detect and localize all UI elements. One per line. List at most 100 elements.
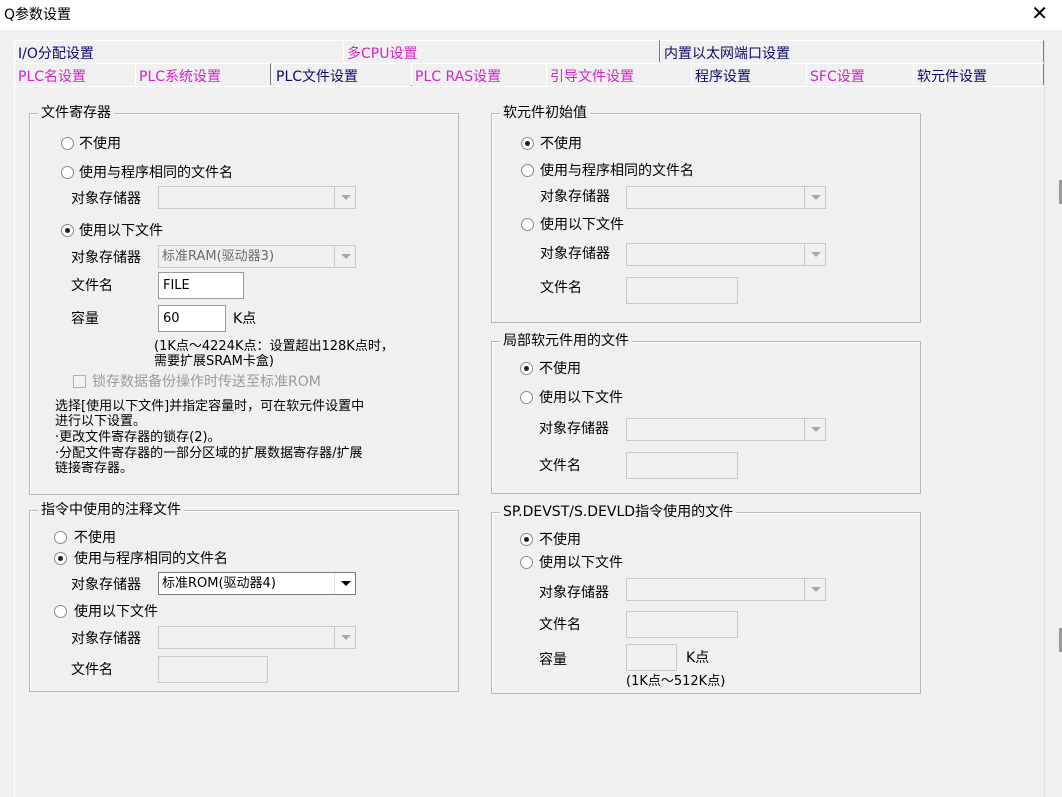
device-init-following-radio[interactable] xyxy=(521,218,534,231)
window-title: Q参数设置 xyxy=(4,7,72,23)
target-memory-label: 对象存储器 xyxy=(71,191,141,207)
tab-strip: I/O分配设置 多CPU设置 内置以太网端口设置 PLC名设置 PLC系统设置 … xyxy=(0,30,1062,87)
local-device-group: 局部软元件用的文件 不使用 使用以下文件 对象存储器 文件名 xyxy=(491,332,921,494)
radio-label: 不使用 xyxy=(74,530,116,546)
local-device-following-radio[interactable] xyxy=(520,391,533,404)
tab-io-assignment[interactable]: I/O分配设置 xyxy=(14,40,344,62)
group-title: 文件寄存器 xyxy=(38,104,114,122)
checkbox-label: 锁存数据备份操作时传送至标准ROM xyxy=(92,374,321,390)
comment-file-following-memory-select[interactable] xyxy=(158,626,356,649)
local-device-memory-select[interactable] xyxy=(626,418,826,441)
sp-devst-memory-select[interactable] xyxy=(626,578,826,601)
tab-program[interactable]: 程序设置 xyxy=(691,63,807,85)
description-line: 进行以下设置。 xyxy=(55,414,147,429)
target-memory-label: 对象存储器 xyxy=(71,577,141,593)
local-device-none-radio[interactable] xyxy=(520,362,533,375)
radio-label: 使用与程序相同的文件名 xyxy=(74,551,228,567)
chevron-down-icon xyxy=(334,246,355,267)
chevron-down-icon xyxy=(804,244,825,265)
tab-device[interactable]: 软元件设置 xyxy=(913,63,1044,85)
device-init-same-name-radio[interactable] xyxy=(521,164,534,177)
description-line: ·分配文件寄存器的一部分区域的扩展数据寄存器/扩展 xyxy=(55,446,363,461)
title-bar: Q参数设置 ✕ xyxy=(0,0,1062,30)
capacity-label: 容量 xyxy=(539,652,567,668)
device-init-none-radio[interactable] xyxy=(521,137,534,150)
chevron-down-icon xyxy=(804,187,825,208)
radio-label: 不使用 xyxy=(539,532,581,548)
group-title: 局部软元件用的文件 xyxy=(500,332,632,350)
radio-label: 使用与程序相同的文件名 xyxy=(79,165,233,181)
target-memory-label: 对象存储器 xyxy=(539,585,609,601)
sp-devst-following-radio[interactable] xyxy=(520,556,533,569)
comment-file-memory-select[interactable]: 标准ROM(驱动器4) xyxy=(158,572,356,595)
file-register-same-memory-select[interactable] xyxy=(158,186,356,209)
select-value: 标准RAM(驱动器3) xyxy=(162,249,275,264)
file-name-label: 文件名 xyxy=(539,458,581,474)
tab-plc-ras[interactable]: PLC RAS设置 xyxy=(411,63,547,85)
radio-label: 不使用 xyxy=(540,136,582,152)
file-register-capacity-input[interactable]: 60 xyxy=(158,305,226,332)
tab-plc-system[interactable]: PLC系统设置 xyxy=(135,63,271,85)
chevron-down-icon xyxy=(804,419,825,440)
vertical-scrollbar[interactable] xyxy=(1044,40,1062,797)
radio-label: 使用以下文件 xyxy=(540,217,624,233)
radio-label: 使用以下文件 xyxy=(539,555,623,571)
sp-devst-group: SP.DEVST/S.DEVLD指令使用的文件 不使用 使用以下文件 对象存储器… xyxy=(491,503,921,694)
file-register-memory-select[interactable]: 标准RAM(驱动器3) xyxy=(158,245,356,268)
plc-file-settings-panel: 文件寄存器 不使用 使用与程序相同的文件名 对象存储器 使用以下文件 对象存储器… xyxy=(14,86,1044,797)
group-title: 软元件初始值 xyxy=(500,104,590,122)
sp-devst-file-name-input[interactable] xyxy=(626,611,738,638)
tab-plc-name[interactable]: PLC名设置 xyxy=(14,63,136,85)
chevron-down-icon xyxy=(334,187,355,208)
sp-devst-capacity-input[interactable] xyxy=(626,644,677,671)
device-init-same-memory-select[interactable] xyxy=(626,186,826,209)
comment-file-name-input[interactable] xyxy=(158,656,268,683)
description-line: 链接寄存器。 xyxy=(55,461,134,476)
device-init-file-name-input[interactable] xyxy=(626,277,738,304)
file-name-label: 文件名 xyxy=(71,662,113,678)
file-name-label: 文件名 xyxy=(71,278,113,294)
range-note: (1K点～4224K点：设置超出128K点时， xyxy=(154,339,394,354)
radio-label: 使用以下文件 xyxy=(539,390,623,406)
target-memory-label: 对象存储器 xyxy=(71,631,141,647)
comment-file-same-name-radio[interactable] xyxy=(54,552,67,565)
file-name-label: 文件名 xyxy=(539,617,581,633)
target-memory-label: 对象存储器 xyxy=(540,189,610,205)
chevron-down-icon xyxy=(334,627,355,648)
comment-file-group: 指令中使用的注释文件 不使用 使用与程序相同的文件名 对象存储器 标准ROM(驱… xyxy=(29,501,459,692)
capacity-label: 容量 xyxy=(71,311,99,327)
select-value: 标准ROM(驱动器4) xyxy=(162,576,276,591)
file-name-label: 文件名 xyxy=(540,280,582,296)
radio-label: 使用以下文件 xyxy=(74,604,158,620)
description-line: 选择[使用以下文件]并指定容量时，可在软元件设置中 xyxy=(55,399,365,414)
target-memory-label: 对象存储器 xyxy=(539,421,609,437)
chevron-down-icon xyxy=(334,573,355,594)
comment-file-none-radio[interactable] xyxy=(54,531,67,544)
file-register-none-radio[interactable] xyxy=(61,137,74,150)
tab-boot-file[interactable]: 引导文件设置 xyxy=(546,63,692,85)
latch-transfer-checkbox[interactable] xyxy=(73,375,86,388)
tab-builtin-ethernet[interactable]: 内置以太网端口设置 xyxy=(660,40,1044,62)
radio-label: 不使用 xyxy=(539,361,581,377)
file-register-following-radio[interactable] xyxy=(61,224,74,237)
tab-sfc[interactable]: SFC设置 xyxy=(806,63,914,85)
file-register-file-name-input[interactable]: FILE xyxy=(158,272,244,299)
device-init-following-memory-select[interactable] xyxy=(626,243,826,266)
capacity-unit: K点 xyxy=(233,311,257,327)
range-note: 需要扩展SRAM卡盒) xyxy=(154,354,274,369)
file-register-group: 文件寄存器 不使用 使用与程序相同的文件名 对象存储器 使用以下文件 对象存储器… xyxy=(29,104,459,495)
comment-file-following-radio[interactable] xyxy=(54,605,67,618)
device-init-group: 软元件初始值 不使用 使用与程序相同的文件名 对象存储器 使用以下文件 对象存储… xyxy=(491,104,921,323)
file-register-same-name-radio[interactable] xyxy=(61,166,74,179)
tab-multi-cpu[interactable]: 多CPU设置 xyxy=(343,40,660,62)
local-device-file-name-input[interactable] xyxy=(626,452,738,479)
close-icon[interactable]: ✕ xyxy=(1031,2,1048,24)
tab-plc-file[interactable]: PLC文件设置 xyxy=(272,63,412,87)
target-memory-label: 对象存储器 xyxy=(540,246,610,262)
sp-devst-none-radio[interactable] xyxy=(520,533,533,546)
radio-label: 使用与程序相同的文件名 xyxy=(540,163,694,179)
group-title: SP.DEVST/S.DEVLD指令使用的文件 xyxy=(500,503,737,521)
radio-label: 使用以下文件 xyxy=(79,223,163,239)
radio-label: 不使用 xyxy=(79,136,121,152)
description-line: ·更改文件寄存器的锁存(2)。 xyxy=(55,430,221,445)
